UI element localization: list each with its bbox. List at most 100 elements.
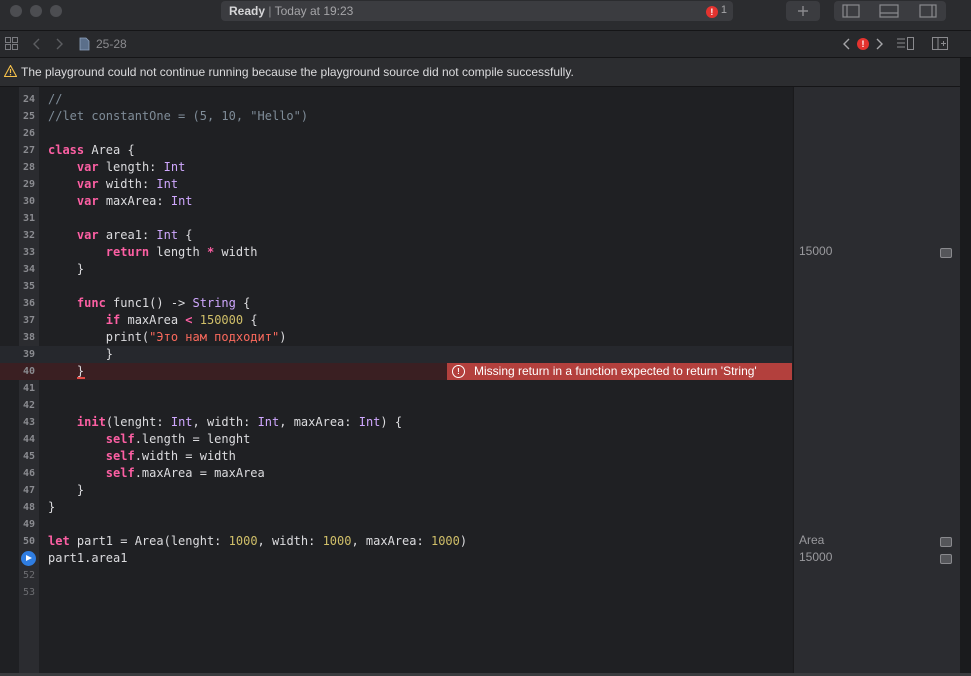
compile-error-bubble[interactable]: ! Missing return in a function expected … <box>447 363 792 380</box>
code-text[interactable]: class Area { <box>48 142 135 159</box>
code-text[interactable]: let part1 = Area(lenght: 1000, width: 10… <box>48 533 467 550</box>
line-number: 39 <box>22 349 35 360</box>
line-number: 44 <box>22 434 35 445</box>
code-text[interactable]: var width: Int <box>48 176 178 193</box>
quick-look-icon[interactable] <box>940 554 952 564</box>
line-number: 45 <box>22 451 35 462</box>
left-panel-icon <box>842 4 860 18</box>
code-text[interactable]: func func1() -> String { <box>48 295 250 312</box>
zoom-window-button[interactable] <box>50 5 62 17</box>
code-line[interactable]: 28 var length: Int <box>0 159 792 176</box>
code-line[interactable]: 38 print("Это нам подходит") <box>0 329 792 346</box>
code-text[interactable]: if maxArea < 150000 { <box>48 312 258 329</box>
code-line[interactable]: 32 var area1: Int { <box>0 227 792 244</box>
run-to-line-button[interactable] <box>21 551 36 566</box>
line-number: 33 <box>22 247 35 258</box>
back-icon[interactable] <box>32 38 41 50</box>
close-window-button[interactable] <box>10 5 22 17</box>
error-icon: ! <box>705 6 718 18</box>
playground-file-icon <box>79 37 90 51</box>
code-text[interactable]: } <box>48 499 55 516</box>
code-text[interactable]: self.width = width <box>48 448 236 465</box>
code-line[interactable]: 30 var maxArea: Int <box>0 193 792 210</box>
right-panel-icon <box>919 4 937 18</box>
result-value: Area <box>799 533 825 547</box>
code-text[interactable]: } <box>48 261 84 278</box>
minimize-window-button[interactable] <box>30 5 42 17</box>
forward-icon[interactable] <box>55 38 64 50</box>
line-number: 48 <box>22 502 35 513</box>
warning-icon <box>4 65 17 77</box>
breadcrumb[interactable]: 25-28 <box>96 37 127 51</box>
result-value: 15000 <box>799 244 833 258</box>
line-number: 32 <box>22 230 35 241</box>
line-number: 34 <box>22 264 35 275</box>
code-text[interactable]: part1.area1 <box>48 550 127 567</box>
grid-icon[interactable] <box>5 37 18 50</box>
code-editor[interactable]: 24 // 25 //let constantOne = (5, 10, "Hello… <box>0 87 792 673</box>
error-count-indicator[interactable]: ! 1 <box>705 4 727 18</box>
code-line[interactable]: 34 } <box>0 261 792 278</box>
line-number: 38 <box>22 332 35 343</box>
code-text[interactable]: } <box>48 482 84 499</box>
code-line[interactable]: 25 //let constantOne = (5, 10, "Hello") <box>0 108 792 125</box>
code-line[interactable]: 49 <box>0 516 792 533</box>
code-line[interactable]: 39 } <box>0 346 792 363</box>
window-edge <box>960 58 971 676</box>
code-line[interactable]: 33 return length * width <box>0 244 792 261</box>
code-line[interactable]: 48} <box>0 499 792 516</box>
add-editor-icon[interactable] <box>932 37 948 51</box>
code-line[interactable]: 45 self.width = width <box>0 448 792 465</box>
code-text[interactable]: var maxArea: Int <box>48 193 193 210</box>
result-value: 15000 <box>799 550 833 564</box>
code-line[interactable]: 42 <box>0 397 792 414</box>
line-number: 36 <box>22 298 35 309</box>
code-line[interactable]: 43 init(lenght: Int, width: Int, maxArea… <box>0 414 792 431</box>
previous-issue-icon[interactable] <box>842 38 851 50</box>
editor-options-icon[interactable] <box>897 37 915 51</box>
code-line[interactable]: 44 self.length = lenght <box>0 431 792 448</box>
code-line[interactable]: 41 <box>0 380 792 397</box>
code-line[interactable]: 31 <box>0 210 792 227</box>
code-line[interactable]: 37 if maxArea < 150000 { <box>0 312 792 329</box>
next-issue-icon[interactable] <box>875 38 884 50</box>
code-text[interactable]: } <box>48 346 113 363</box>
code-text[interactable]: //let constantOne = (5, 10, "Hello") <box>48 108 308 125</box>
line-number: 40 <box>22 366 35 377</box>
code-text[interactable]: var area1: Int { <box>48 227 193 244</box>
quick-look-icon[interactable] <box>940 537 952 547</box>
status-title: Ready <box>229 4 266 18</box>
error-icon: ! <box>452 365 465 378</box>
code-line[interactable]: 53 <box>0 584 792 601</box>
status-time: Today at 19:23 <box>274 4 354 18</box>
code-line[interactable]: 52 <box>0 567 792 584</box>
code-line[interactable]: 50 let part1 = Area(lenght: 1000, width: … <box>0 533 792 550</box>
code-line[interactable]: 27 class Area { <box>0 142 792 159</box>
code-line[interactable]: 26 <box>0 125 792 142</box>
quick-look-icon[interactable] <box>940 248 952 258</box>
line-number: 52 <box>22 570 35 581</box>
line-number: 26 <box>22 128 35 139</box>
code-line[interactable]: 47 } <box>0 482 792 499</box>
code-text[interactable]: self.maxArea = maxArea <box>48 465 265 482</box>
code-line[interactable]: 35 <box>0 278 792 295</box>
code-line[interactable]: 29 var width: Int <box>0 176 792 193</box>
line-number: 46 <box>22 468 35 479</box>
line-number: 25 <box>22 111 35 122</box>
code-text[interactable]: init(lenght: Int, width: Int, maxArea: I… <box>48 414 402 431</box>
results-sidebar: 15000 Area 15000 <box>793 87 961 673</box>
code-text[interactable]: var length: Int <box>48 159 185 176</box>
panel-toggle-icons <box>842 4 937 18</box>
plus-icon <box>798 6 808 16</box>
code-text[interactable]: print("Это нам подходит") <box>48 329 287 346</box>
code-text[interactable]: return length * width <box>48 244 258 261</box>
code-line[interactable]: 36 func func1() -> String { <box>0 295 792 312</box>
issue-error-icon[interactable]: ! <box>857 38 869 50</box>
code-line[interactable]: 46 self.maxArea = maxArea <box>0 465 792 482</box>
code-line[interactable]: 24 // <box>0 91 792 108</box>
code-line[interactable]: part1.area1 <box>0 550 792 567</box>
add-library-button[interactable] <box>786 1 820 21</box>
line-number: 47 <box>22 485 35 496</box>
code-text[interactable]: self.length = lenght <box>48 431 251 448</box>
code-text[interactable]: // <box>48 91 62 108</box>
